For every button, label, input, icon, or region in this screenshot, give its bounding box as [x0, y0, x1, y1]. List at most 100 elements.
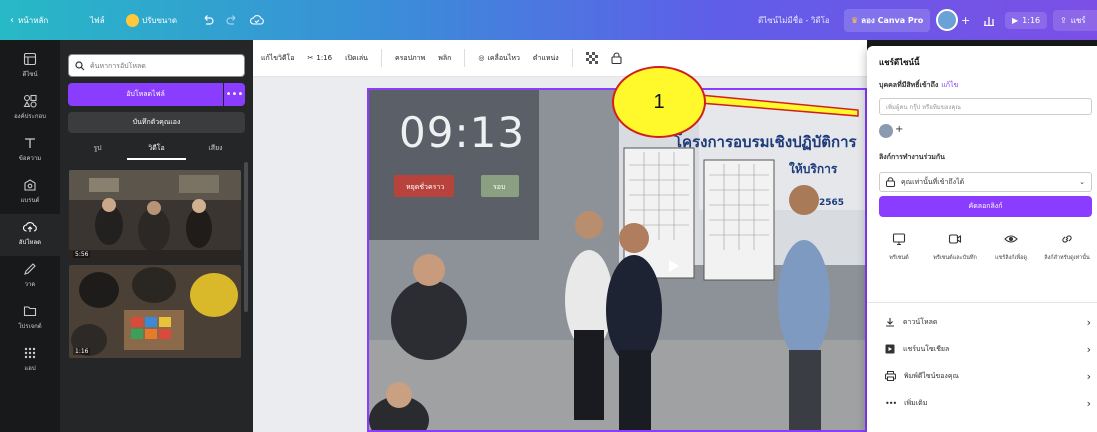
upload-files-button[interactable]: อัปโหลดไฟล์ — [68, 83, 223, 106]
editor-toolbar: แก้ไขวิดีโอ ✂ 1:16 เปิดเล่น ครอปภาพ พลิก … — [253, 40, 867, 77]
document-title[interactable]: ดีไซน์ไม่มีชื่อ - วิดีโอ — [758, 0, 830, 40]
left-rail: ดีไซน์ องค์ประกอบ ข้อความ แบรนด์ อัปโหลด… — [0, 40, 60, 432]
plus-icon: + — [961, 13, 971, 27]
crop-button[interactable]: ครอปภาพ — [395, 53, 425, 64]
rail-item-projects[interactable]: โปรเจกต์ — [0, 298, 60, 340]
people-label-text: บุคคลที่มีสิทธิ์เข้าถึง — [879, 81, 939, 89]
share-option-present-record[interactable]: พรีเซนต์และบันทึก — [929, 228, 981, 262]
share-option-label: พรีเซนต์และบันทึก — [933, 255, 977, 261]
avatar[interactable] — [879, 124, 893, 138]
add-collaborator-button[interactable]: + — [961, 0, 970, 40]
view-icon — [1004, 235, 1018, 243]
play-icon: ▶ — [1012, 15, 1019, 25]
home-label: หน้าหลัก — [18, 15, 49, 25]
file-label: ไฟล์ — [90, 15, 105, 25]
share-row-social[interactable]: แชร์บนโซเชียล › — [885, 339, 1091, 359]
share-row-label: พิมพ์ดีไซน์ของคุณ — [904, 371, 960, 380]
share-option-view-link[interactable]: แชร์ลิงก์เพื่อดู — [985, 228, 1037, 262]
crown-icon: ♛ — [851, 15, 859, 25]
share-panel-title: แชร์ดีไซน์นี้ — [879, 58, 920, 67]
link-access-value: คุณเท่านั้นที่เข้าถึงได้ — [901, 177, 965, 186]
video-thumbnail[interactable]: 5:56 — [69, 170, 241, 261]
playback-button[interactable]: เปิดเล่น — [345, 53, 368, 64]
rail-label: ดีไซน์ — [22, 71, 38, 78]
uploads-panel: อัปโหลดไฟล์ ••• บันทึกตัวคุณเอง รูป วิดี… — [60, 40, 253, 432]
rail-item-brand[interactable]: แบรนด์ — [0, 172, 60, 214]
clock-display: 09:13 — [399, 108, 526, 157]
annotation-callout: 1 — [612, 66, 706, 138]
add-people-placeholder: เพิ่มผู้คน กรุ๊ป หรือทีมของคุณ — [886, 103, 961, 111]
document-title-text: ดีไซน์ไม่มีชื่อ - วิดีโอ — [758, 15, 830, 25]
file-menu[interactable]: ไฟล์ — [90, 0, 105, 40]
resize-button[interactable]: ปรับขนาด — [126, 0, 177, 40]
position-button[interactable]: ตำแหน่ง — [533, 53, 559, 64]
rail-item-elements[interactable]: องค์ประกอบ — [0, 88, 60, 130]
redo-button[interactable] — [226, 0, 238, 40]
rail-item-uploads[interactable]: อัปโหลด — [0, 214, 60, 256]
video-canvas[interactable]: 09:13 โครงการอบรมเชิงปฏิบัติการ ให้บริกา… — [367, 88, 867, 432]
upload-tabs: รูป วิดีโอ เสียง — [68, 138, 245, 160]
rail-item-design[interactable]: ดีไซน์ — [0, 46, 60, 88]
search-input[interactable] — [90, 61, 230, 70]
avatar[interactable] — [936, 0, 958, 40]
rail-label: แอป — [24, 365, 36, 372]
text-icon — [25, 138, 35, 148]
play-duration: 1:16 — [1022, 15, 1041, 25]
banner-year: 2565 — [819, 198, 845, 208]
search-field[interactable] — [68, 54, 245, 77]
rail-item-draw[interactable]: วาด — [0, 256, 60, 298]
play-button[interactable]: ▶ 1:16 — [1005, 0, 1048, 40]
toolbar-label: 1:16 — [316, 54, 333, 62]
panel-scrollbar[interactable] — [244, 162, 248, 312]
more-icon: ••• — [225, 89, 244, 100]
people-access-label: บุคคลที่มีสิทธิ์เข้าถึง แก้ไข — [879, 80, 958, 91]
lock-button[interactable] — [611, 52, 622, 64]
share-button[interactable]: ⇪ แชร์ — [1053, 0, 1097, 40]
round-button-in-video: รอบ — [493, 183, 506, 191]
copy-link-button[interactable]: คัดลอกลิงก์ — [879, 196, 1092, 217]
rail-item-text[interactable]: ข้อความ — [0, 130, 60, 172]
link-access-select[interactable]: คุณเท่านั้นที่เข้าถึงได้ ⌄ — [879, 172, 1092, 192]
edit-video-button[interactable]: แก้ไขวิดีโอ — [261, 53, 295, 64]
share-row-more[interactable]: ••• เพิ่มเติม › — [885, 393, 1091, 413]
share-row-print[interactable]: พิมพ์ดีไซน์ของคุณ › — [885, 366, 1091, 386]
tab-videos[interactable]: วิดีโอ — [127, 138, 186, 160]
tab-audio[interactable]: เสียง — [186, 138, 245, 160]
undo-button[interactable] — [202, 0, 214, 40]
link-icon — [1062, 235, 1072, 243]
crown-icon — [126, 13, 139, 27]
share-row-download[interactable]: ดาวน์โหลด › — [885, 312, 1091, 332]
rail-label: อัปโหลด — [18, 239, 42, 246]
rail-item-apps[interactable]: แอป — [0, 340, 60, 382]
pause-button-in-video: หยุดชั่วคราว — [406, 183, 445, 191]
trim-button[interactable]: ✂ 1:16 — [308, 54, 333, 62]
canva-editor: ‹ หน้าหลัก ไฟล์ ปรับขนาด ดีไซน์ไม่มีชื่อ… — [0, 0, 1097, 432]
apps-icon — [24, 347, 36, 359]
tab-images[interactable]: รูป — [68, 138, 127, 160]
present-icon — [892, 233, 906, 246]
share-option-view-only-link[interactable]: ลิงก์สำหรับดูเท่านั้น — [1041, 228, 1093, 262]
flip-button[interactable]: พลิก — [438, 53, 451, 64]
animate-button[interactable]: ◎ เคลื่อนไหว — [478, 53, 520, 64]
cloud-save-button[interactable] — [250, 0, 264, 40]
add-person-button[interactable]: + — [895, 124, 903, 135]
edit-access-link[interactable]: แก้ไข — [941, 81, 958, 89]
elements-icon — [23, 94, 37, 108]
download-icon — [886, 318, 894, 327]
transparency-button[interactable] — [585, 52, 598, 64]
share-option-present[interactable]: พรีเซนต์ — [873, 228, 925, 262]
upload-files-label: อัปโหลดไฟล์ — [126, 90, 165, 98]
home-button[interactable]: ‹ หน้าหลัก — [10, 0, 48, 40]
toolbar-label: ครอปภาพ — [394, 53, 426, 62]
draw-icon — [24, 263, 36, 275]
upload-more-button[interactable]: ••• — [224, 83, 245, 106]
record-yourself-button[interactable]: บันทึกตัวคุณเอง — [68, 112, 245, 133]
insights-button[interactable] — [983, 0, 995, 40]
bar-chart-icon — [984, 17, 994, 26]
animate-icon: ◎ — [478, 54, 485, 62]
share-row-label: แชร์บนโซเชียล — [903, 344, 950, 353]
try-pro-button[interactable]: ♛ ลอง Canva Pro — [844, 0, 931, 40]
video-thumbnail[interactable]: 1:16 — [69, 265, 241, 358]
add-people-input[interactable]: เพิ่มผู้คน กรุ๊ป หรือทีมของคุณ — [879, 98, 1092, 115]
toolbar-label: ตำแหน่ง — [532, 53, 559, 62]
